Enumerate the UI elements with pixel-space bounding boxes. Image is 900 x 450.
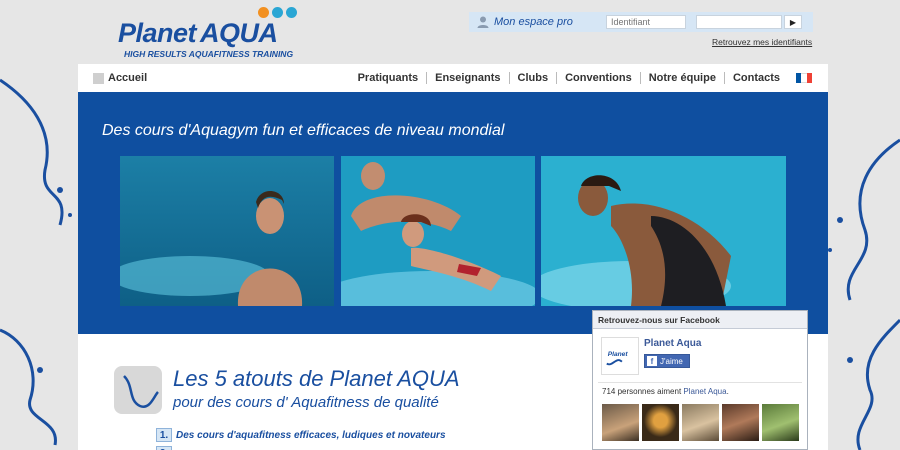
logo-title: Planet AQUA bbox=[118, 18, 278, 49]
facebook-like-button[interactable]: f J'aime bbox=[644, 354, 690, 368]
fan-avatar[interactable] bbox=[602, 404, 639, 441]
like-label: J'aime bbox=[660, 356, 683, 366]
fan-avatar[interactable] bbox=[722, 404, 759, 441]
identifiant-input[interactable] bbox=[606, 15, 686, 29]
aquagym-photo-couple bbox=[341, 156, 535, 306]
flag-stripe bbox=[806, 73, 812, 83]
logo-tagline: HIGH RESULTS AQUAFITNESS TRAINING bbox=[124, 49, 294, 59]
fan-avatar[interactable] bbox=[762, 404, 799, 441]
atout-text: Des cours d'aquafitness efficaces, ludiq… bbox=[176, 429, 446, 441]
nav-item-pratiquants[interactable]: Pratiquants bbox=[350, 72, 427, 84]
facebook-widget-header: Retrouvez-nous sur Facebook bbox=[593, 311, 807, 329]
facebook-fans-row bbox=[602, 404, 799, 441]
user-icon bbox=[477, 16, 489, 28]
logo-word-planet: Planet bbox=[118, 18, 197, 48]
login-submit-button[interactable]: ▶ bbox=[784, 15, 802, 29]
svg-text:Planet: Planet bbox=[608, 351, 629, 358]
atout-number: 2. bbox=[156, 446, 172, 450]
hero-headline: Des cours d'Aquagym fun et efficaces de … bbox=[102, 122, 505, 139]
nav-item-conventions[interactable]: Conventions bbox=[556, 72, 640, 84]
orange-dot-icon bbox=[258, 7, 269, 18]
pro-login-label: Mon espace pro bbox=[494, 16, 573, 28]
planet-aqua-logo[interactable]: Planet AQUA HIGH RESULTS AQUAFITNESS TRAI… bbox=[118, 6, 297, 61]
like-count-page-link[interactable]: Planet Aqua bbox=[683, 387, 726, 396]
nav-item-clubs[interactable]: Clubs bbox=[508, 72, 557, 84]
logo-word-aqua: AQUA bbox=[200, 18, 278, 48]
aquagym-photo-man bbox=[120, 156, 334, 306]
fan-avatar[interactable] bbox=[642, 404, 679, 441]
facebook-icon: f bbox=[647, 356, 657, 366]
like-count-text: 714 personnes aiment bbox=[602, 387, 682, 396]
like-count-suffix: . bbox=[726, 387, 729, 396]
nav-item-contacts[interactable]: Contacts bbox=[723, 72, 788, 84]
water-splash-left-decoration bbox=[0, 78, 72, 446]
pro-login-bar: Mon espace pro ▶ bbox=[469, 12, 813, 32]
atout-number: 1. bbox=[156, 428, 172, 442]
arrow-right-icon: ▶ bbox=[789, 17, 797, 27]
main-navigation: Accueil Pratiquants Enseignants Clubs Co… bbox=[78, 64, 828, 92]
facebook-page-name[interactable]: Planet Aqua bbox=[644, 338, 701, 349]
atout-item: 1. Des cours d'aquafitness efficaces, lu… bbox=[156, 428, 446, 442]
password-input[interactable] bbox=[696, 15, 782, 29]
water-drop-icon bbox=[114, 366, 162, 414]
french-flag-icon[interactable] bbox=[796, 73, 812, 83]
fan-avatar[interactable] bbox=[682, 404, 719, 441]
atouts-subtitle: pour des cours d' Aquafitness de qualité bbox=[173, 394, 439, 411]
nav-item-enseignants[interactable]: Enseignants bbox=[426, 72, 508, 84]
atout-item: 2. bbox=[156, 446, 176, 450]
forgot-credentials-link[interactable]: Retrouvez mes identifiants bbox=[712, 37, 812, 47]
blue-dot-icon bbox=[272, 7, 283, 18]
facebook-page-avatar[interactable]: Planet bbox=[601, 337, 639, 375]
aquagym-photo-woman bbox=[541, 156, 786, 306]
logo-dots bbox=[258, 7, 297, 18]
home-icon bbox=[93, 72, 104, 84]
planet-aqua-mini-logo-icon: Planet bbox=[606, 351, 629, 366]
divider bbox=[598, 382, 802, 383]
facebook-widget: Retrouvez-nous sur Facebook Planet Plane… bbox=[592, 310, 808, 450]
nav-home[interactable]: Accueil bbox=[93, 72, 147, 84]
nav-menu: Pratiquants Enseignants Clubs Convention… bbox=[350, 64, 828, 92]
nav-item-notre-equipe[interactable]: Notre équipe bbox=[639, 72, 724, 84]
blue-dot-icon bbox=[286, 7, 297, 18]
hero-banner: Des cours d'Aquagym fun et efficaces de … bbox=[78, 92, 828, 334]
atouts-title: Les 5 atouts de Planet AQUA bbox=[173, 366, 460, 391]
nav-home-label: Accueil bbox=[108, 72, 148, 84]
facebook-like-count: 714 personnes aiment Planet Aqua. bbox=[602, 387, 729, 396]
